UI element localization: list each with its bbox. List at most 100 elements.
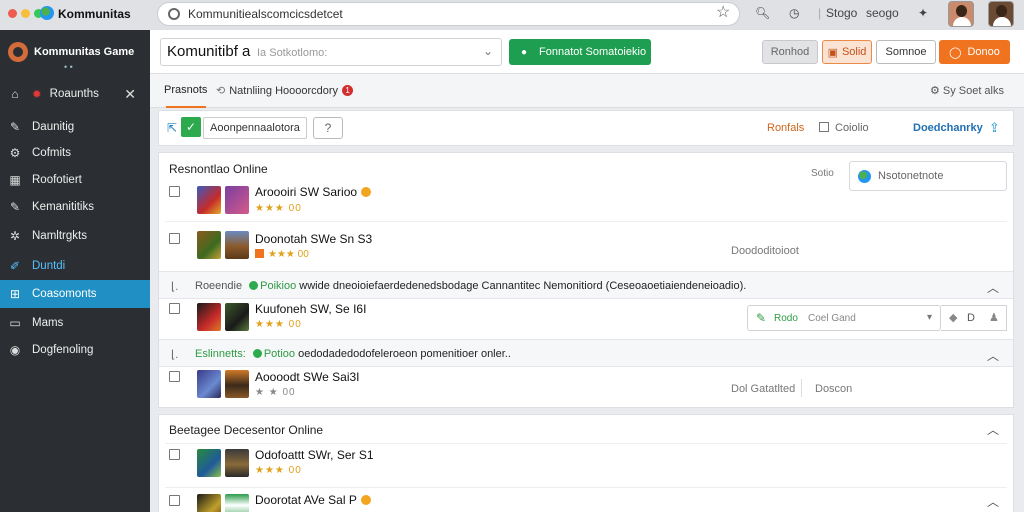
url-text[interactable]: Kommunitiealscomcicsdetcet	[188, 7, 343, 21]
sidebar-item-daunitig[interactable]: ✎ Daunitig	[0, 113, 150, 141]
row-checkbox[interactable]	[169, 449, 180, 460]
sidebar: Kommunitas Game • • ⌂ ✹ Roaunths ✕ ✎ Dau…	[0, 30, 150, 512]
row-name: Kuufoneh SW, Se I6I	[255, 302, 367, 316]
button-label: Solid	[841, 46, 867, 58]
sidebar-item-kemanititiks[interactable]: ✎ Kemanititiks	[0, 193, 150, 221]
chevron-down-icon[interactable]: ▾	[927, 312, 932, 323]
game-thumbnail	[225, 449, 249, 477]
help-icon[interactable]: ?	[313, 117, 343, 139]
row-checkbox[interactable]	[169, 371, 180, 382]
row-rating: ★★★ 00	[255, 249, 309, 260]
collapse-icon[interactable]: ︿	[987, 421, 999, 438]
filter-input[interactable]: Aoonpennaalotora	[203, 117, 307, 139]
collapse-icon[interactable]: ︿	[987, 279, 999, 296]
brand-subtitle: • •	[64, 62, 73, 72]
address-bar[interactable]: Kommunitiealscomcicsdetcet	[157, 2, 740, 26]
sidebar-item-duntdi[interactable]: ✐ Duntdi	[0, 252, 150, 280]
list-item[interactable]: Doonotah SWe Sn S3 ★★★ 00 Doododitoioot	[159, 225, 1013, 271]
status-dot	[249, 281, 259, 290]
wrench-icon: ✎	[9, 200, 21, 214]
circle-icon: ◉	[9, 343, 21, 357]
row-rating: ★★★ 00	[255, 203, 302, 214]
white-button[interactable]: Somnoe	[876, 40, 936, 64]
collapse-icon[interactable]: ︿	[987, 347, 999, 364]
tag-icon[interactable]: ◆	[949, 311, 957, 324]
row-checkbox[interactable]	[169, 495, 180, 506]
panel-title: Beetagee Decesentor Online	[169, 423, 324, 437]
sidebar-item-roofotiert[interactable]: ▦ Roofotiert	[0, 166, 150, 194]
status-select[interactable]: ✎ Rodo Coel Gand ▾	[747, 305, 941, 331]
row-name: Aroooiri SW Sarioo	[255, 185, 372, 199]
divider	[801, 379, 802, 397]
blue-link[interactable]: Doedchanrky	[913, 122, 983, 134]
solid-button[interactable]: ▣ Solid	[822, 40, 872, 64]
chevron-down-icon[interactable]: ⌄	[483, 44, 493, 58]
thumb-icon[interactable]: ♟	[989, 311, 999, 324]
sidebar-item-label: Daunitig	[32, 121, 75, 133]
tab-settings-link[interactable]: ⚙ Sy Soet alks	[930, 84, 1004, 97]
expand-icon[interactable]: ⇱	[167, 121, 177, 135]
sidebar-brand[interactable]: Kommunitas Game	[8, 42, 134, 62]
row-name: Doonotah SWe Sn S3	[255, 232, 373, 246]
orange-link[interactable]: Ronfals	[767, 122, 804, 134]
list-icon: ▭	[9, 316, 21, 330]
game-thumbnail	[197, 494, 221, 512]
game-thumbnail	[225, 494, 249, 512]
pin-icon[interactable]: ✦	[918, 6, 928, 20]
sidebar-item-label: Kemanititiks	[32, 201, 94, 213]
info-text: Eslinnetts: Potioo oedodadedodofeleroeon…	[195, 348, 511, 360]
row-checkbox[interactable]	[169, 303, 180, 314]
select-all-checkbox[interactable]: ✓	[181, 117, 201, 137]
list-item[interactable]: Doorotat AVe Sal P ︿	[159, 489, 1013, 512]
clock-icon[interactable]: ◷	[789, 6, 799, 20]
search-input[interactable]: Ia Sotkotlomo:	[257, 47, 327, 59]
orange-button[interactable]: ◯ Donoo	[939, 40, 1010, 64]
sidebar-item-coasomonts[interactable]: ⊞ Coasomonts	[0, 280, 150, 308]
game-thumbnail	[197, 303, 221, 331]
toolbar-link-2[interactable]: seogo	[866, 6, 899, 20]
sidebar-item-dogfenoling[interactable]: ◉ Dogfenoling	[0, 336, 150, 364]
row-name: Odofoattt SWr, Ser S1	[255, 448, 374, 462]
row-checkbox[interactable]	[169, 233, 180, 244]
sidebar-item-namltrgkts[interactable]: ✲ Namltrgkts	[0, 222, 150, 250]
status-dot	[252, 349, 262, 358]
search-icon[interactable]: 🔍︎	[755, 6, 770, 20]
sidebar-item-cofmits[interactable]: ⚙ Cofmits	[0, 139, 150, 167]
close-icon[interactable]: ✕	[124, 86, 136, 103]
action-label: D	[967, 312, 975, 324]
primary-green-button[interactable]: ● Fonnatot Somatoiekio	[509, 39, 651, 65]
row-checkbox[interactable]	[169, 186, 180, 197]
game-thumbnail	[225, 303, 249, 331]
select-value-secondary: Coel Gand	[808, 313, 856, 324]
notification-badge: 1	[342, 85, 354, 96]
sidebar-item-mams[interactable]: ▭ Mams	[0, 309, 150, 337]
collapse-icon[interactable]: ︿	[987, 493, 999, 510]
gray-button[interactable]: Ronhod	[762, 40, 818, 64]
sidebar-item-roaunths[interactable]: ⌂ ✹ Roaunths ✕	[0, 80, 150, 108]
list-item[interactable]: Aoooodt SWe Sai3I ★ ★ 00 Dol Gatatlted D…	[159, 367, 1013, 413]
close-window-dot[interactable]	[8, 9, 17, 18]
emoji-icon	[360, 495, 371, 505]
game-thumbnail	[225, 231, 249, 259]
wrench-icon: ✎	[9, 120, 21, 134]
site-info-icon[interactable]	[168, 8, 180, 20]
list-item[interactable]: Odofoattt SWr, Ser S1 ★★★ 00	[159, 445, 1013, 491]
tab-natnliing[interactable]: ⟲ Natnliing Hoooorcdory 1	[216, 84, 354, 97]
search-combo[interactable]: Komunitibf a Ia Sotkotlomo: ⌄	[160, 38, 502, 66]
search-label: Komunitibf a	[167, 43, 251, 60]
row-note-secondary[interactable]: Doscon	[815, 383, 852, 395]
upload-icon[interactable]: ⇪	[989, 120, 1000, 136]
bookmark-star-icon[interactable]: ☆	[716, 2, 730, 22]
button-label: Donoo	[967, 46, 1000, 58]
minimize-window-dot[interactable]	[21, 9, 30, 18]
toolbar-link-1[interactable]: Stogo	[826, 6, 857, 20]
row-note: Dol Gatatlted	[731, 383, 796, 395]
avatar-secondary[interactable]	[988, 1, 1014, 27]
middle-link[interactable]: Coiolio	[835, 122, 869, 134]
row-actions[interactable]: ◆ D ♟	[941, 305, 1007, 331]
row-rating: ★★★ 00	[255, 319, 302, 330]
avatar[interactable]	[948, 1, 974, 27]
tab-prasnots[interactable]: Prasnots	[164, 84, 207, 96]
globe-icon	[40, 6, 54, 20]
list-item[interactable]: Aroooiri SW Sarioo ★★★ 00	[159, 177, 1013, 223]
